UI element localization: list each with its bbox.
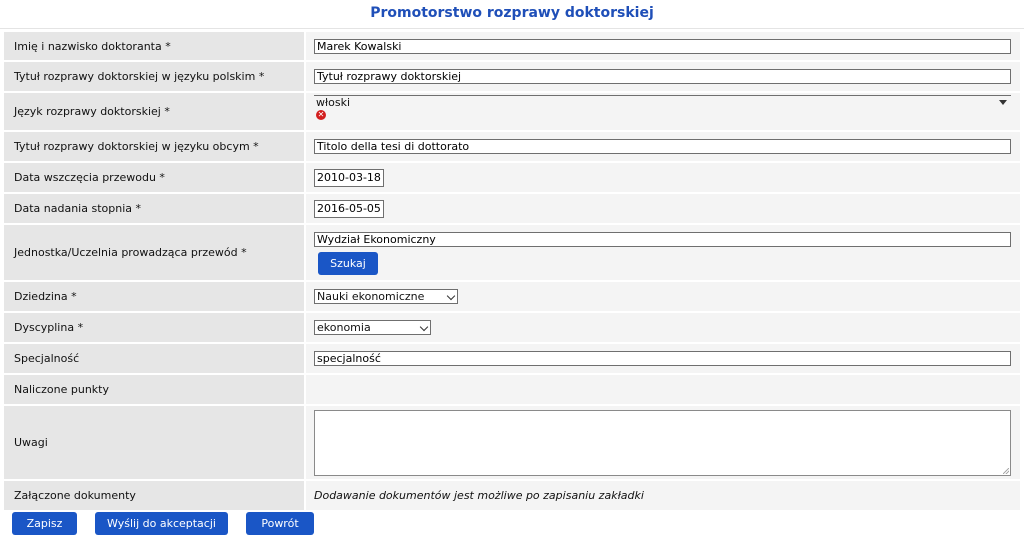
language-label: Język rozprawy doktorskiej * (4, 93, 306, 130)
start-date-cell: 2010-03-18 (306, 163, 1020, 192)
start-date-label: Data wszczęcia przewodu * (4, 163, 306, 192)
degree-date-cell: 2016-05-05 (306, 194, 1020, 223)
specialty-label: Specjalność (4, 344, 306, 373)
search-button[interactable]: Szukaj (318, 252, 378, 275)
back-button[interactable]: Powrót (246, 512, 314, 535)
row-title-pl: Tytuł rozprawy doktorskiej w języku pols… (4, 62, 1020, 93)
title-pl-cell: Tytuł rozprawy doktorskiej (306, 62, 1020, 91)
chevron-down-icon (446, 291, 456, 301)
footer-actions: Zapisz Wyślij do akceptacji Powrót (12, 512, 314, 535)
form: Imię i nazwisko doktoranta * Marek Kowal… (4, 32, 1020, 510)
specialty-input[interactable]: specjalność (314, 351, 1011, 366)
row-degree-date: Data nadania stopnia * 2016-05-05 (4, 194, 1020, 225)
title-foreign-input[interactable]: Titolo della tesi di dottorato (314, 139, 1011, 154)
attachments-label: Załączone dokumenty (4, 481, 306, 510)
title-pl-label: Tytuł rozprawy doktorskiej w języku pols… (4, 62, 306, 91)
notes-textarea[interactable] (314, 409, 1011, 476)
send-for-approval-button[interactable]: Wyślij do akceptacji (95, 512, 228, 535)
row-notes: Uwagi (4, 406, 1020, 481)
specialty-cell: specjalność (306, 344, 1020, 373)
row-unit: Jednostka/Uczelnia prowadząca przewód * … (4, 225, 1020, 282)
domain-label: Dziedzina * (4, 282, 306, 311)
title-foreign-label: Tytuł rozprawy doktorskiej w języku obcy… (4, 132, 306, 161)
unit-cell: Wydział Ekonomiczny Szukaj (306, 225, 1020, 280)
name-input[interactable]: Marek Kowalski (314, 38, 1011, 54)
discipline-select[interactable]: ekonomia (314, 320, 431, 335)
points-label: Naliczone punkty (4, 375, 306, 404)
row-domain: Dziedzina * Nauki ekonomiczne (4, 282, 1020, 313)
unit-label: Jednostka/Uczelnia prowadząca przewód * (4, 225, 306, 280)
row-name: Imię i nazwisko doktoranta * Marek Kowal… (4, 32, 1020, 62)
name-label: Imię i nazwisko doktoranta * (4, 32, 306, 60)
language-select[interactable]: włoski (314, 95, 1011, 109)
start-date-input[interactable]: 2010-03-18 (314, 168, 384, 187)
divider (0, 28, 1024, 29)
points-value (306, 375, 1020, 404)
resize-handle-icon[interactable] (1003, 467, 1009, 474)
discipline-label: Dyscyplina * (4, 313, 306, 342)
domain-value: Nauki ekonomiczne (317, 290, 425, 303)
row-specialty: Specjalność specjalność (4, 344, 1020, 375)
chevron-down-icon[interactable] (999, 100, 1007, 105)
notes-cell (306, 406, 1020, 479)
language-cell: włoski ✕ (306, 93, 1020, 130)
notes-label: Uwagi (4, 406, 306, 479)
chevron-down-icon (419, 322, 429, 332)
domain-select[interactable]: Nauki ekonomiczne (314, 289, 458, 304)
attachments-info: Dodawanie dokumentów jest możliwe po zap… (306, 481, 1020, 510)
save-button[interactable]: Zapisz (12, 512, 77, 535)
name-cell: Marek Kowalski (306, 32, 1020, 60)
row-points: Naliczone punkty (4, 375, 1020, 406)
domain-cell: Nauki ekonomiczne (306, 282, 1020, 311)
degree-date-input[interactable]: 2016-05-05 (314, 199, 384, 218)
error-x-icon: ✕ (316, 110, 326, 120)
title-foreign-cell: Titolo della tesi di dottorato (306, 132, 1020, 161)
row-discipline: Dyscyplina * ekonomia (4, 313, 1020, 344)
language-value: włoski (316, 96, 351, 109)
page-title: Promotorstwo rozprawy doktorskiej (370, 5, 654, 21)
unit-input[interactable]: Wydział Ekonomiczny (314, 232, 1011, 247)
discipline-cell: ekonomia (306, 313, 1020, 342)
discipline-value: ekonomia (317, 321, 371, 334)
row-start-date: Data wszczęcia przewodu * 2010-03-18 (4, 163, 1020, 194)
title-pl-input[interactable]: Tytuł rozprawy doktorskiej (314, 69, 1011, 84)
degree-date-label: Data nadania stopnia * (4, 194, 306, 223)
row-language: Język rozprawy doktorskiej * włoski ✕ (4, 93, 1020, 132)
row-attachments: Załączone dokumenty Dodawanie dokumentów… (4, 481, 1020, 510)
row-title-foreign: Tytuł rozprawy doktorskiej w języku obcy… (4, 132, 1020, 163)
